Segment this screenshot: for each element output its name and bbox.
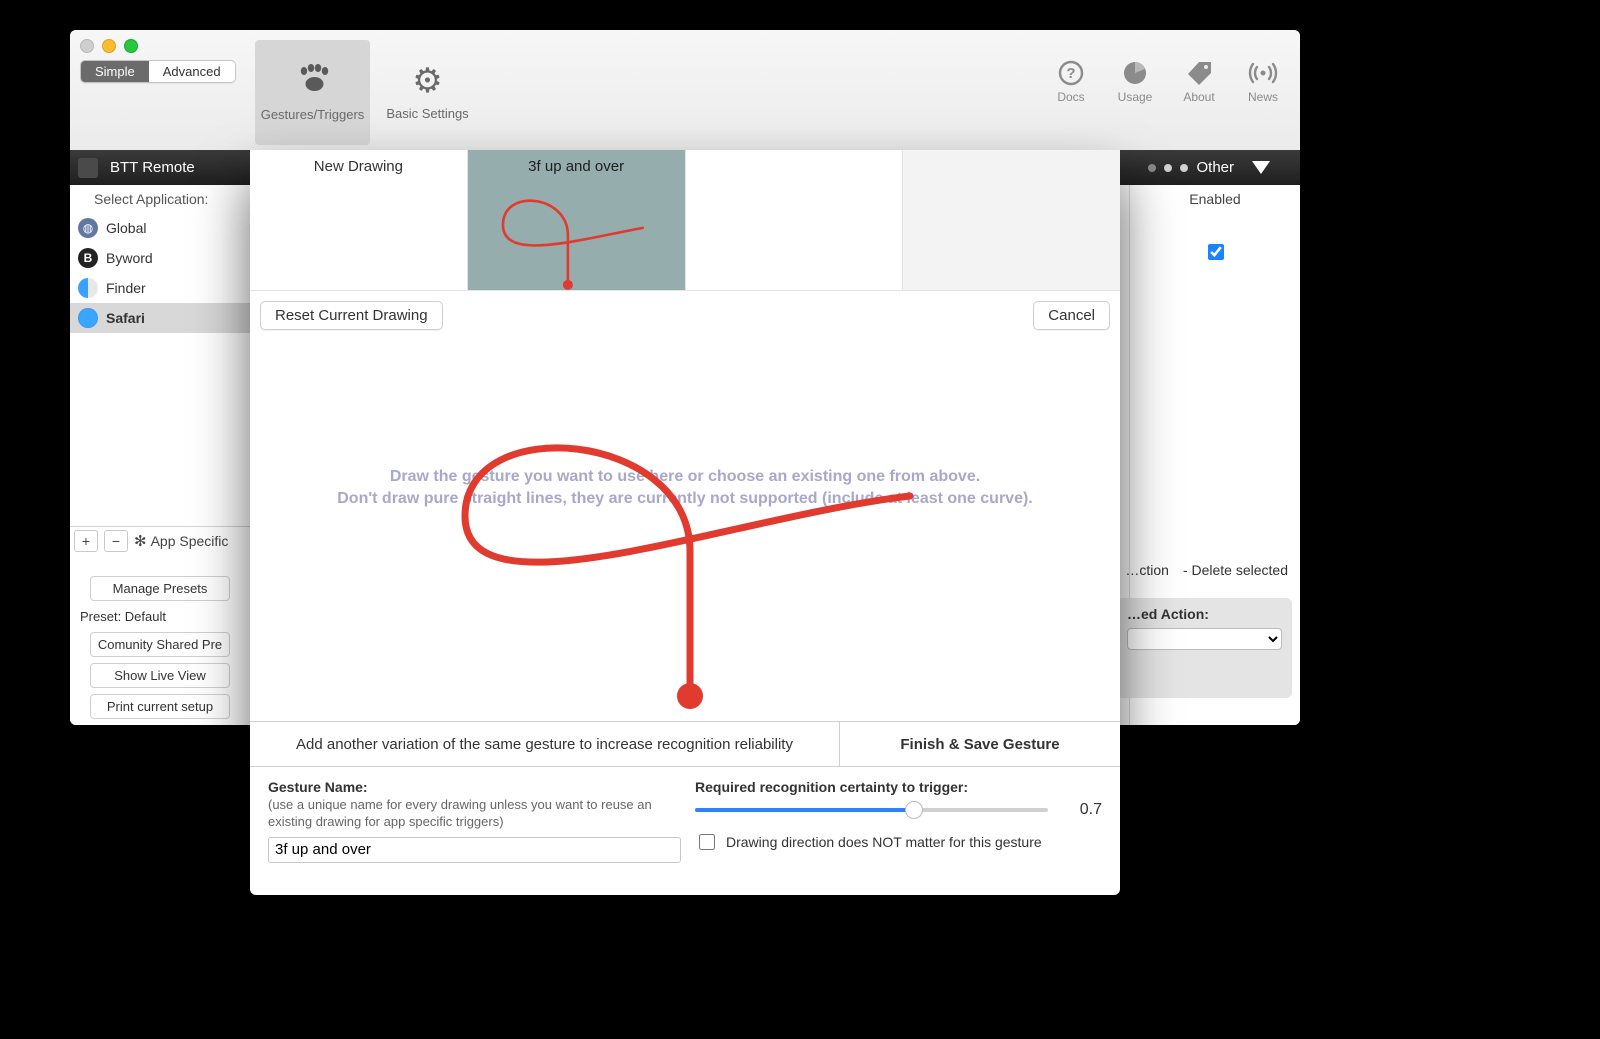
delete-selected-button[interactable]: - Delete selected bbox=[1183, 562, 1288, 578]
slider-knob[interactable] bbox=[905, 801, 923, 819]
sidebar-item-safari[interactable]: Safari bbox=[70, 303, 250, 333]
broadcast-icon bbox=[1248, 56, 1278, 90]
sidebar-item-finder[interactable]: Finder bbox=[70, 273, 250, 303]
pie-icon bbox=[1122, 56, 1148, 90]
paw-icon bbox=[296, 63, 330, 99]
sidebar-item-label: Global bbox=[106, 220, 146, 236]
predefined-action-select[interactable] bbox=[1127, 628, 1282, 650]
svg-text:?: ? bbox=[1066, 65, 1075, 82]
docs-button[interactable]: ? Docs bbox=[1048, 56, 1094, 104]
usage-button[interactable]: Usage bbox=[1112, 56, 1158, 104]
chevron-down-icon bbox=[1252, 161, 1270, 174]
drawing-canvas[interactable]: Reset Current Drawing Cancel Draw the ge… bbox=[250, 291, 1120, 721]
predefined-action-panel: …ed Action: bbox=[1117, 598, 1292, 698]
globe-icon: ◍ bbox=[78, 218, 98, 238]
tab-basic-settings[interactable]: ⚙︎ Basic Settings bbox=[370, 40, 485, 145]
finder-icon bbox=[78, 278, 98, 298]
select-application-header: Select Application: bbox=[70, 185, 250, 213]
gesture-thumbnails: New Drawing 3f up and over bbox=[250, 150, 1120, 291]
help-icon: ? bbox=[1058, 56, 1084, 90]
toolbar: Simple Advanced Gestures/Tr bbox=[70, 30, 1300, 151]
add-app-button[interactable]: + bbox=[74, 530, 98, 552]
gesture-name-input[interactable] bbox=[268, 837, 681, 863]
tab-basic-settings-label: Basic Settings bbox=[386, 106, 468, 121]
other-tab[interactable]: Other bbox=[1148, 159, 1300, 176]
news-label: News bbox=[1248, 90, 1278, 104]
print-setup-button[interactable]: Print current setup bbox=[90, 694, 230, 719]
thumb-empty-1[interactable] bbox=[686, 150, 904, 290]
finish-save-button[interactable]: Finish & Save Gesture bbox=[840, 722, 1120, 766]
app-specific-label: App Specific bbox=[151, 533, 229, 549]
row-actions: …ction - Delete selected bbox=[1125, 562, 1300, 578]
mode-advanced[interactable]: Advanced bbox=[149, 61, 235, 82]
sidebar-item-label: Finder bbox=[106, 280, 146, 296]
gesture-name-section: Gesture Name: (use a unique name for eve… bbox=[268, 779, 675, 863]
enabled-checkbox-cell bbox=[1130, 213, 1300, 263]
toolbar-right: ? Docs Usage About bbox=[1048, 56, 1286, 104]
about-button[interactable]: About bbox=[1176, 56, 1222, 104]
window-close-button[interactable] bbox=[80, 39, 94, 53]
thumb-new-drawing[interactable]: New Drawing bbox=[250, 150, 468, 290]
thumb-title: New Drawing bbox=[250, 150, 467, 175]
tab-gestures-label: Gestures/Triggers bbox=[261, 107, 365, 122]
certainty-value: 0.7 bbox=[1062, 801, 1102, 819]
app-specific-button[interactable]: ✻ App Specific bbox=[134, 532, 228, 550]
sidebar-tools: + − ✻ App Specific bbox=[70, 526, 254, 555]
traffic-lights bbox=[80, 39, 138, 53]
manage-presets-button[interactable]: Manage Presets bbox=[90, 576, 230, 601]
presets-section: Manage Presets Preset: Default Comunity … bbox=[70, 570, 250, 725]
mode-simple[interactable]: Simple bbox=[81, 61, 149, 82]
certainty-slider-row: 0.7 bbox=[695, 801, 1102, 819]
about-label: About bbox=[1183, 90, 1214, 104]
predefined-action-label: …ed Action: bbox=[1127, 606, 1282, 622]
sidebar-item-label: Safari bbox=[106, 310, 145, 326]
certainty-section: Required recognition certainty to trigge… bbox=[695, 779, 1102, 863]
toolbar-tabs: Gestures/Triggers ⚙︎ Basic Settings bbox=[255, 40, 485, 145]
remove-app-button[interactable]: − bbox=[104, 530, 128, 552]
sidebar-item-global[interactable]: ◍ Global bbox=[70, 213, 250, 243]
thumb-empty-2[interactable] bbox=[903, 150, 1120, 290]
direction-checkbox-row: Drawing direction does NOT matter for th… bbox=[695, 831, 1102, 853]
community-presets-button[interactable]: Comunity Shared Pre bbox=[90, 632, 230, 657]
direction-label: Drawing direction does NOT matter for th… bbox=[726, 834, 1042, 850]
config-row: Gesture Name: (use a unique name for eve… bbox=[250, 767, 1120, 863]
thumb-3f-up-and-over[interactable]: 3f up and over bbox=[468, 150, 686, 290]
gear-icon: ✻ bbox=[134, 532, 147, 550]
gesture-stroke bbox=[250, 291, 1120, 721]
window-minimize-button[interactable] bbox=[102, 39, 116, 53]
gear-icon: ⚙︎ bbox=[412, 64, 442, 98]
other-label: Other bbox=[1196, 159, 1234, 176]
window-zoom-button[interactable] bbox=[124, 39, 138, 53]
direction-checkbox[interactable] bbox=[699, 834, 715, 850]
action-row: Add another variation of the same gestur… bbox=[250, 721, 1120, 767]
safari-icon bbox=[78, 308, 98, 328]
mode-segment: Simple Advanced bbox=[80, 60, 236, 83]
show-live-view-button[interactable]: Show Live View bbox=[90, 663, 230, 688]
gesture-drawing-sheet: New Drawing 3f up and over Reset Current… bbox=[250, 150, 1120, 895]
gesture-name-label: Gesture Name: bbox=[268, 779, 675, 795]
tag-icon bbox=[1185, 56, 1213, 90]
gesture-preview-icon bbox=[468, 150, 685, 290]
news-button[interactable]: News bbox=[1240, 56, 1286, 104]
docs-label: Docs bbox=[1057, 90, 1084, 104]
certainty-label: Required recognition certainty to trigge… bbox=[695, 779, 1102, 795]
enabled-checkbox[interactable] bbox=[1208, 244, 1224, 260]
usage-label: Usage bbox=[1118, 90, 1153, 104]
btt-remote-tab[interactable]: BTT Remote bbox=[70, 159, 260, 176]
enabled-header: Enabled bbox=[1130, 185, 1300, 213]
sidebar-item-label: Byword bbox=[106, 250, 153, 266]
certainty-slider[interactable] bbox=[695, 808, 1048, 812]
preset-default-label: Preset: Default bbox=[70, 607, 250, 626]
sidebar-item-byword[interactable]: B Byword bbox=[70, 243, 250, 273]
byword-icon: B bbox=[78, 248, 98, 268]
attach-action-button[interactable]: …ction bbox=[1125, 562, 1169, 578]
gesture-name-hint: (use a unique name for every drawing unl… bbox=[268, 797, 675, 831]
paw-icon-svg bbox=[296, 63, 330, 93]
tab-gestures[interactable]: Gestures/Triggers bbox=[255, 40, 370, 145]
add-variation-button[interactable]: Add another variation of the same gestur… bbox=[250, 722, 840, 766]
sidebar: Select Application: ◍ Global B Byword Fi… bbox=[70, 185, 251, 725]
